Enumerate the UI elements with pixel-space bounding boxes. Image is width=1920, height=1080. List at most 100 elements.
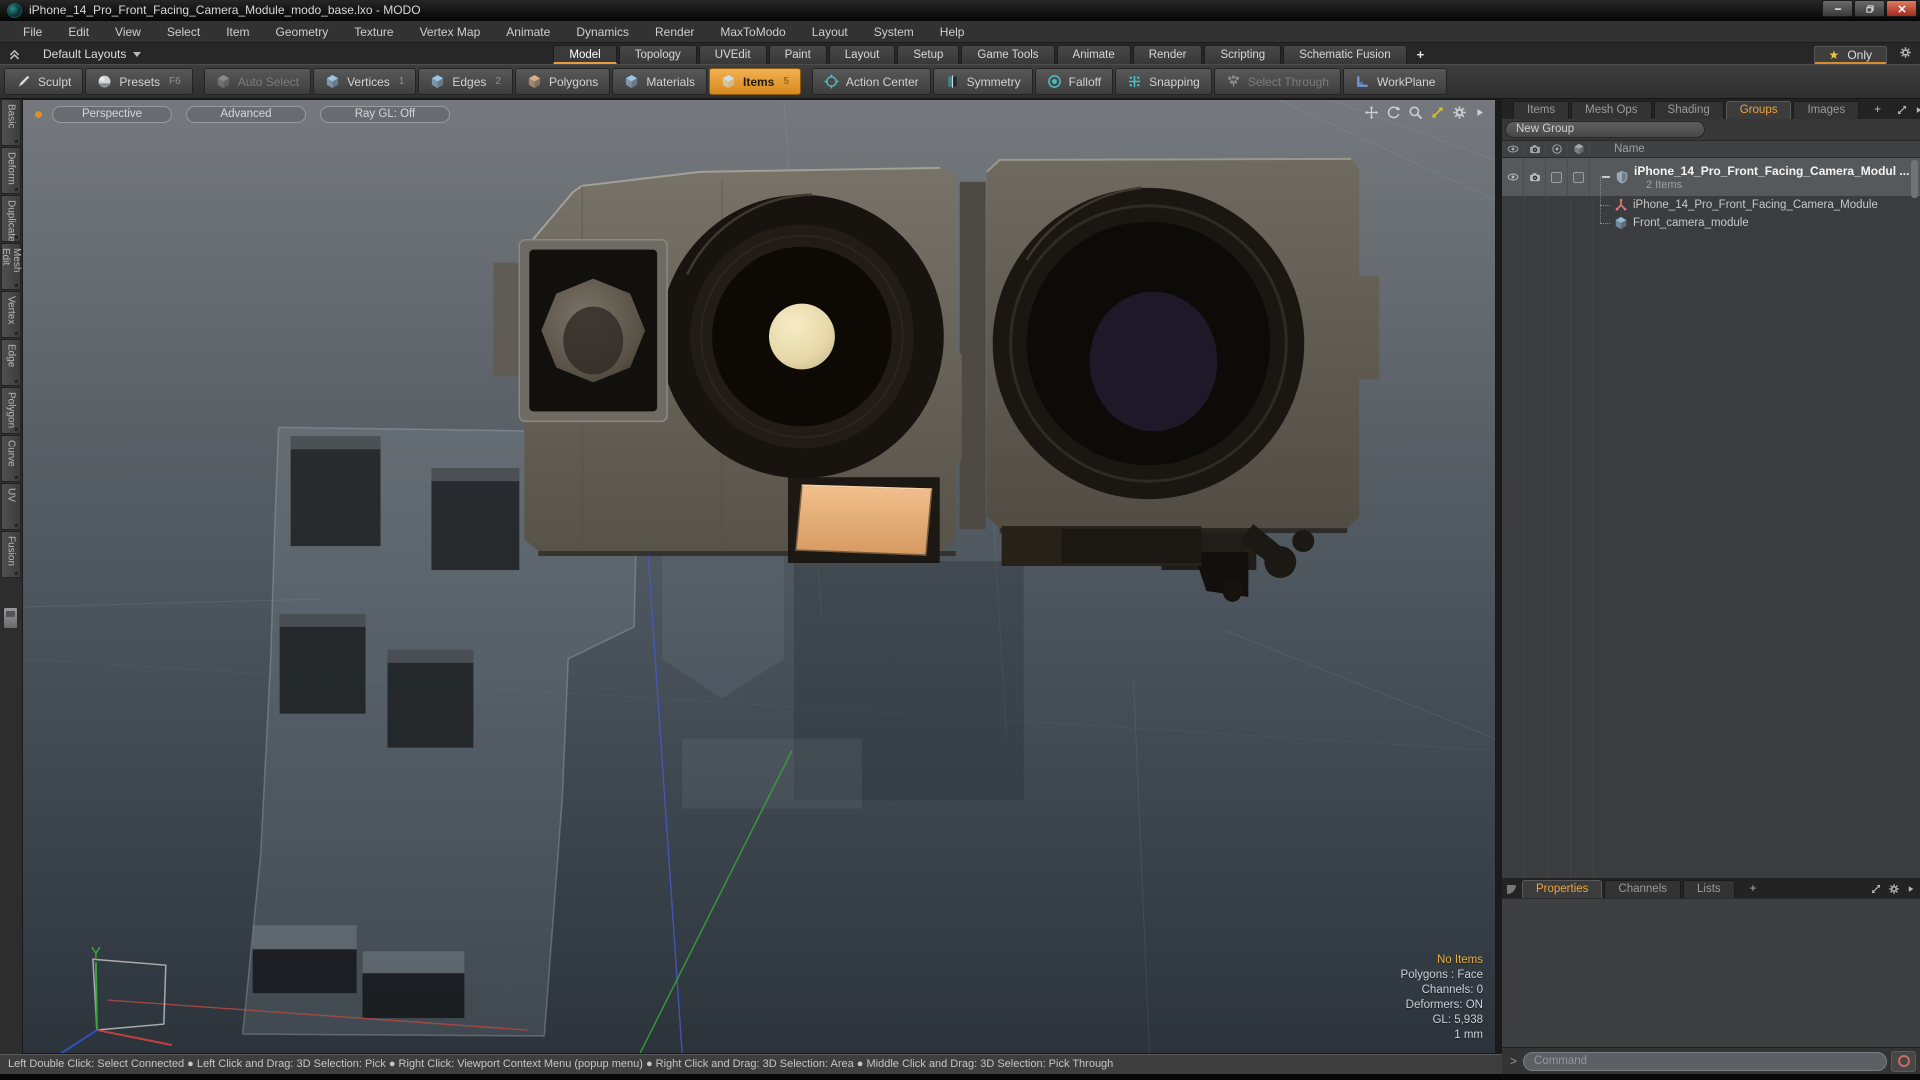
- sidebar-tab-polygon[interactable]: Polygon: [1, 387, 21, 434]
- sidebar-tab-edge[interactable]: Edge: [1, 339, 21, 386]
- tab-channels[interactable]: Channels: [1604, 880, 1682, 898]
- menu-system[interactable]: System: [861, 23, 927, 41]
- checkbox[interactable]: [1546, 158, 1568, 196]
- visibility-column-icon[interactable]: [1502, 141, 1524, 157]
- shading-mode-button[interactable]: Advanced: [186, 105, 306, 123]
- raygl-button[interactable]: Ray GL: Off: [320, 105, 450, 123]
- workplane-button[interactable]: WorkPlane: [1342, 68, 1448, 95]
- panel-menu-arrow-icon[interactable]: [1914, 104, 1920, 116]
- menu-render[interactable]: Render: [642, 23, 707, 41]
- snapping-button[interactable]: Snapping: [1115, 68, 1212, 95]
- polygons-button[interactable]: Polygons: [514, 68, 611, 95]
- filter-column-icon[interactable]: [1546, 141, 1568, 157]
- materials-button[interactable]: Materials: [612, 68, 707, 95]
- add-panel-tab-button[interactable]: +: [1861, 102, 1894, 119]
- new-group-button[interactable]: New Group: [1505, 121, 1705, 138]
- add-tab-button[interactable]: +: [1409, 45, 1433, 64]
- add-panel-tab-button[interactable]: +: [1737, 881, 1770, 898]
- menu-select[interactable]: Select: [154, 23, 213, 41]
- falloff-button[interactable]: Falloff: [1034, 68, 1114, 95]
- eye-icon[interactable]: [1502, 158, 1524, 196]
- menu-dynamics[interactable]: Dynamics: [563, 23, 642, 41]
- sidebar-tab-curve[interactable]: Curve: [1, 435, 21, 482]
- menu-texture[interactable]: Texture: [341, 23, 406, 41]
- tab-topology[interactable]: Topology: [618, 45, 697, 64]
- auto-select-button[interactable]: Auto Select: [203, 68, 312, 95]
- tab-game-tools[interactable]: Game Tools: [961, 45, 1055, 64]
- render-column-icon[interactable]: [1524, 141, 1546, 157]
- cube-column-icon[interactable]: [1568, 141, 1590, 157]
- edges-button[interactable]: Edges 2: [418, 68, 513, 95]
- menu-maxtomodo[interactable]: MaxToModo: [707, 23, 798, 41]
- tab-animate[interactable]: Animate: [1056, 45, 1131, 64]
- tool-palette-icon[interactable]: [3, 607, 18, 629]
- action-center-button[interactable]: Action Center: [811, 68, 931, 95]
- sidebar-tab-deform[interactable]: Deform: [1, 147, 21, 194]
- tab-schematic-fusion[interactable]: Schematic Fusion: [1283, 45, 1407, 64]
- checkbox[interactable]: [1568, 158, 1590, 196]
- viewport-3d[interactable]: Perspective Advanced Ray GL: Off No Item…: [22, 99, 1496, 1054]
- tab-render[interactable]: Render: [1132, 45, 1203, 64]
- menu-geometry[interactable]: Geometry: [263, 23, 342, 41]
- default-layouts-dropdown[interactable]: Default Layouts: [8, 47, 142, 61]
- command-input[interactable]: [1523, 1051, 1887, 1071]
- presets-button[interactable]: Presets F6: [85, 68, 193, 95]
- pan-icon[interactable]: [1364, 105, 1379, 120]
- tree-row-child[interactable]: Front_camera_module: [1502, 214, 1920, 232]
- sidebar-tab-fusion[interactable]: Fusion: [1, 531, 21, 578]
- menu-view[interactable]: View: [102, 23, 154, 41]
- restore-button[interactable]: [1854, 0, 1885, 17]
- vertices-button[interactable]: Vertices 1: [313, 68, 417, 95]
- tab-scripting[interactable]: Scripting: [1204, 45, 1282, 64]
- select-through-button[interactable]: Select Through: [1213, 68, 1341, 95]
- tab-groups[interactable]: Groups: [1725, 101, 1792, 119]
- menu-animate[interactable]: Animate: [493, 23, 563, 41]
- menu-vertex-map[interactable]: Vertex Map: [407, 23, 494, 41]
- macro-record-button[interactable]: [1891, 1050, 1916, 1072]
- tab-images[interactable]: Images: [1793, 101, 1860, 119]
- tree-row-group[interactable]: iPhone_14_Pro_Front_Facing_Camera_Modul …: [1502, 158, 1920, 196]
- sculpt-button[interactable]: Sculpt: [4, 68, 84, 95]
- tab-properties[interactable]: Properties: [1522, 880, 1603, 898]
- tab-paint[interactable]: Paint: [768, 45, 827, 64]
- tab-setup[interactable]: Setup: [897, 45, 960, 64]
- menu-file[interactable]: File: [10, 23, 55, 41]
- tab-model[interactable]: Model: [553, 45, 617, 64]
- menu-layout[interactable]: Layout: [799, 23, 861, 41]
- camera-icon[interactable]: [1524, 158, 1546, 196]
- close-button[interactable]: [1886, 0, 1917, 17]
- child-item-name[interactable]: Front_camera_module: [1633, 217, 1749, 229]
- tree-scrollbar[interactable]: [1911, 160, 1918, 198]
- panel-corner-icon[interactable]: [1507, 885, 1516, 894]
- tab-lists[interactable]: Lists: [1683, 880, 1735, 898]
- sidebar-tab-vertex[interactable]: Vertex: [1, 291, 21, 338]
- name-column-header[interactable]: Name: [1590, 143, 1645, 155]
- menu-help[interactable]: Help: [927, 23, 978, 41]
- tab-shading[interactable]: Shading: [1653, 101, 1724, 119]
- menu-item[interactable]: Item: [213, 23, 262, 41]
- maximize-icon[interactable]: [1430, 105, 1445, 120]
- expand-panel-icon[interactable]: [1870, 883, 1882, 895]
- properties-gear-icon[interactable]: [1888, 883, 1900, 895]
- sidebar-tab-basic[interactable]: Basic: [1, 99, 21, 146]
- tab-layout[interactable]: Layout: [828, 45, 896, 64]
- viewport-gear-icon[interactable]: [1452, 105, 1467, 120]
- tab-mesh-ops[interactable]: Mesh Ops: [1571, 101, 1652, 119]
- items-button[interactable]: Items 5: [709, 68, 801, 95]
- viewport-menu-arrow-icon[interactable]: [1474, 105, 1485, 120]
- tab-uvedit[interactable]: UVEdit: [698, 45, 767, 64]
- symmetry-button[interactable]: Symmetry: [932, 68, 1033, 95]
- expand-panel-icon[interactable]: [1896, 104, 1908, 116]
- sidebar-tab-duplicate[interactable]: Duplicate: [1, 195, 21, 242]
- collapse-icon[interactable]: [1602, 176, 1610, 178]
- menu-edit[interactable]: Edit: [55, 23, 102, 41]
- panel-menu-arrow-icon[interactable]: [1906, 883, 1915, 895]
- gear-icon[interactable]: [1899, 46, 1912, 64]
- child-item-name[interactable]: iPhone_14_Pro_Front_Facing_Camera_Module: [1633, 199, 1878, 211]
- rotate-icon[interactable]: [1386, 105, 1401, 120]
- sidebar-tab-mesh-edit[interactable]: Mesh Edit: [0, 243, 22, 290]
- minimize-button[interactable]: [1822, 0, 1853, 17]
- perspective-button[interactable]: Perspective: [52, 105, 172, 123]
- sidebar-tab-uv[interactable]: UV: [1, 483, 21, 530]
- tree-row-child[interactable]: iPhone_14_Pro_Front_Facing_Camera_Module: [1502, 196, 1920, 214]
